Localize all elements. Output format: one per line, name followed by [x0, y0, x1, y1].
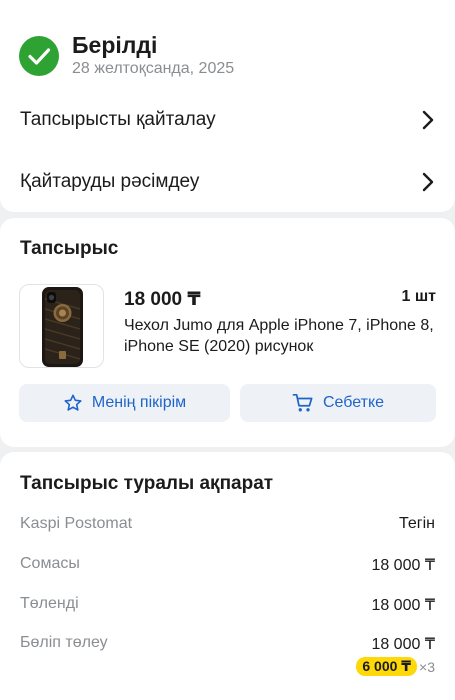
order-info-card: Тапсырыс туралы ақпарат Kaspi Postomat Т…	[0, 452, 455, 700]
status-date: 28 желтоқсанда, 2025	[72, 60, 235, 77]
add-to-cart-label: Себетке	[322, 394, 385, 411]
item-price: 18 000 ₸	[124, 289, 201, 310]
installment-amount-badge: 6 000 ₸	[356, 657, 418, 676]
amount-value: 18 000 ₸	[371, 557, 435, 574]
delivery-row: Kaspi Postomat Тегін	[20, 515, 435, 533]
amount-row: Сомасы 18 000 ₸	[20, 555, 435, 575]
status-title: Берілді	[72, 32, 158, 58]
order-heading: Тапсырыс	[20, 238, 119, 259]
chevron-right-icon	[422, 172, 434, 192]
order-status-card: Берілді 28 желтоқсанда, 2025 Тапсырысты …	[0, 0, 455, 212]
return-request-row[interactable]: Қайтаруды рәсімдеу	[0, 160, 455, 204]
amount-label: Сомасы	[20, 555, 80, 572]
repeat-order-row[interactable]: Тапсырысты қайталау	[0, 98, 455, 142]
paid-value: 18 000 ₸	[371, 597, 435, 614]
return-request-label: Қайтаруды рәсімдеу	[20, 171, 200, 192]
product-name[interactable]: Чехол Jumo для Apple iPhone 7, iPhone 8,…	[124, 315, 438, 357]
my-review-label: Менің пікірім	[91, 394, 187, 411]
installment-value: 18 000 ₸	[371, 636, 435, 653]
installment-row: Бөліп төлеу 18 000 ₸	[20, 634, 435, 654]
cart-icon	[292, 393, 313, 412]
installment-breakdown: 6 000 ₸ ×3	[356, 657, 435, 676]
paid-row: Төленді 18 000 ₸	[20, 595, 435, 615]
check-circle-icon	[19, 36, 59, 76]
order-info-heading: Тапсырыс туралы ақпарат	[20, 473, 274, 494]
paid-label: Төленді	[20, 595, 79, 612]
add-to-cart-button[interactable]: Себетке	[240, 384, 436, 422]
product-thumbnail[interactable]	[19, 284, 104, 368]
item-quantity: 1 шт	[401, 288, 436, 305]
chevron-right-icon	[422, 110, 434, 130]
delivery-label: Kaspi Postomat	[20, 515, 133, 532]
delivery-value: Тегін	[399, 515, 435, 532]
installment-label: Бөліп төлеу	[20, 634, 108, 651]
my-review-button[interactable]: Менің пікірім	[19, 384, 230, 422]
installment-multiplier: ×3	[419, 658, 435, 675]
repeat-order-label: Тапсырысты қайталау	[20, 109, 216, 130]
order-card: Тапсырыс 18 000 ₸ 1 шт Чехол Jumo для Ap…	[0, 218, 455, 447]
phone-case-image	[42, 287, 83, 367]
star-icon	[64, 394, 82, 411]
